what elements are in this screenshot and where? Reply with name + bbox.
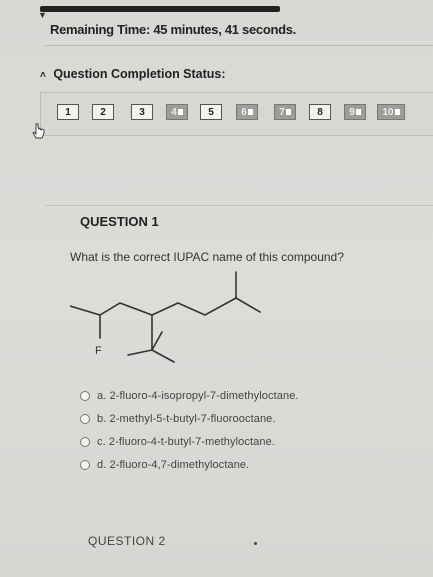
question-number-5[interactable]: 5 bbox=[200, 104, 222, 120]
radio-button-b[interactable] bbox=[80, 413, 90, 424]
answered-flag-icon bbox=[355, 109, 361, 116]
stray-dot bbox=[254, 542, 257, 545]
molecule-main-chain bbox=[70, 297, 237, 316]
answered-flag-icon bbox=[285, 109, 291, 116]
answer-option-label: a. 2-fluoro-4-isopropyl-7-dimethyloctane… bbox=[97, 389, 299, 402]
mouse-pointer-icon bbox=[32, 123, 45, 139]
question-number-9[interactable]: 9 bbox=[344, 104, 366, 120]
header-bar bbox=[40, 6, 280, 12]
question-number-2[interactable]: 2 bbox=[92, 104, 114, 120]
chevron-up-icon[interactable]: ˄ bbox=[40, 70, 46, 81]
molecule-structure: F bbox=[70, 271, 261, 363]
answer-option-c[interactable]: c. 2-fluoro-4-t-butyl-7-methyloctane. bbox=[80, 430, 299, 453]
remaining-time-value: 45 minutes, 41 seconds. bbox=[153, 22, 296, 37]
molecule-chain-end bbox=[235, 297, 261, 313]
question-title: QUESTION 1 bbox=[80, 214, 159, 229]
divider bbox=[45, 205, 433, 206]
next-question-title: QUESTION 2 bbox=[88, 534, 166, 548]
remaining-time: Remaining Time: 45 minutes, 41 seconds. bbox=[50, 22, 296, 37]
divider bbox=[45, 45, 433, 46]
question-number-10[interactable]: 10 bbox=[377, 104, 405, 120]
radio-button-d[interactable] bbox=[80, 459, 90, 470]
question-number-8[interactable]: 8 bbox=[309, 104, 331, 120]
molecule-fluorine-label: F bbox=[95, 345, 102, 357]
answered-flag-icon bbox=[247, 109, 253, 116]
question-number-1[interactable]: 1 bbox=[57, 104, 79, 120]
question-number-6[interactable]: 6 bbox=[236, 104, 258, 120]
question-number-7[interactable]: 7 bbox=[274, 104, 296, 120]
answer-option-d[interactable]: d. 2-fluoro-4,7-dimethyloctane. bbox=[80, 453, 299, 476]
collapse-chevron-icon[interactable]: ▼ bbox=[38, 10, 47, 20]
completion-status[interactable]: ˄ Question Completion Status: bbox=[40, 67, 226, 81]
answer-option-a[interactable]: a. 2-fluoro-4-isopropyl-7-dimethyloctane… bbox=[80, 384, 299, 407]
molecule-tbutyl-arm-1 bbox=[127, 349, 153, 356]
answer-options: a. 2-fluoro-4-isopropyl-7-dimethyloctane… bbox=[80, 384, 299, 476]
question-number-4[interactable]: 4 bbox=[166, 104, 188, 120]
molecule-tbutyl-arm-2 bbox=[151, 349, 175, 363]
answered-flag-icon bbox=[394, 109, 400, 116]
question-prompt: What is the correct IUPAC name of this c… bbox=[70, 250, 344, 264]
answer-option-label: d. 2-fluoro-4,7-dimethyloctane. bbox=[97, 458, 250, 471]
quiz-page: ▼ Remaining Time: 45 minutes, 41 seconds… bbox=[0, 0, 433, 577]
answer-option-label: c. 2-fluoro-4-t-butyl-7-methyloctane. bbox=[97, 435, 275, 448]
remaining-time-label: Remaining Time: bbox=[50, 22, 151, 37]
completion-status-title: Question Completion Status: bbox=[53, 67, 226, 81]
radio-button-c[interactable] bbox=[80, 436, 90, 447]
molecule-tbutyl-arm-3 bbox=[151, 331, 163, 351]
answer-option-label: b. 2-methyl-5-t-butyl-7-fluorooctane. bbox=[97, 412, 276, 425]
question-number-3[interactable]: 3 bbox=[131, 104, 153, 120]
radio-button-a[interactable] bbox=[80, 390, 90, 401]
answer-option-b[interactable]: b. 2-methyl-5-t-butyl-7-fluorooctane. bbox=[80, 407, 299, 430]
answered-flag-icon bbox=[177, 109, 183, 116]
